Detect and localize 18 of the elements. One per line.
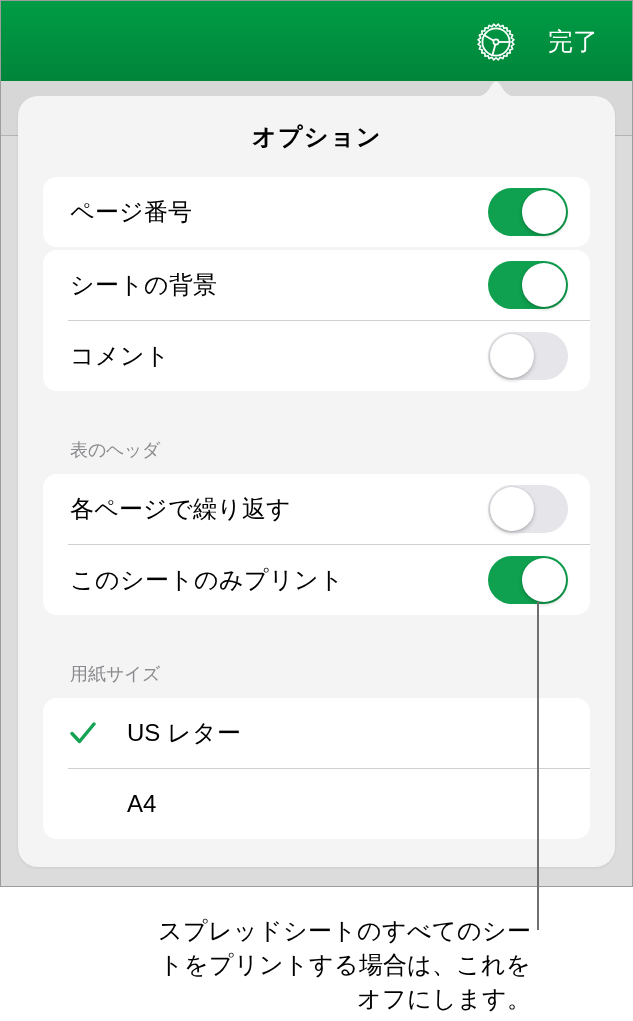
toggle-switch[interactable] [488, 332, 568, 380]
setting-label: ページ番号 [70, 197, 192, 227]
done-button[interactable]: 完了 [548, 26, 598, 56]
paper-size-option[interactable]: US レター [43, 698, 590, 768]
setting-label: このシートのみプリント [70, 565, 344, 595]
toggle-switch[interactable] [488, 188, 568, 236]
setting-label: 各ページで繰り返す [70, 494, 291, 524]
section-header: 用紙サイズ [70, 663, 160, 685]
setting-label: コメント [70, 341, 170, 371]
toggle-switch[interactable] [488, 261, 568, 309]
toggle-switch[interactable] [488, 556, 568, 604]
section-header: 表のヘッダ [70, 439, 160, 461]
paper-size-option[interactable]: A4 [43, 769, 590, 839]
setting-label: シートの背景 [70, 270, 217, 300]
toggle-switch[interactable] [488, 485, 568, 533]
settings-icon[interactable] [477, 23, 515, 61]
popover-title: オプション [251, 122, 382, 152]
callout-text: スプレッドシートのすべてのシートをプリントする場合は、これをオフにします。 [157, 916, 531, 1014]
